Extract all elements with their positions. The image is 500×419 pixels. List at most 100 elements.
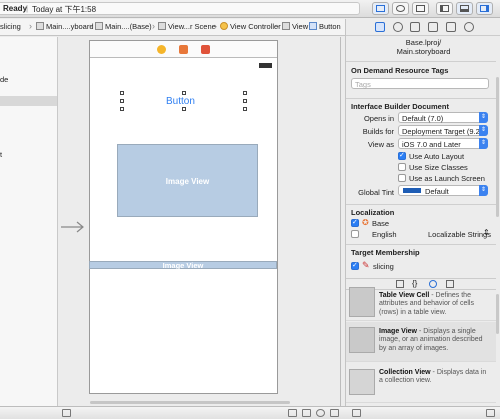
resize-handle[interactable] (243, 107, 247, 111)
connections-inspector-icon[interactable] (464, 22, 474, 32)
image-view-icon (349, 327, 375, 353)
crumb-button[interactable]: Button (309, 22, 341, 31)
target-slicing-label: slicing (373, 262, 394, 271)
crumb-separator-icon: › (214, 21, 217, 31)
opens-in-select[interactable]: Default (7.0) ⇕ (398, 112, 488, 123)
utilities-toggle-button[interactable] (476, 2, 493, 15)
resize-handle[interactable] (120, 91, 124, 95)
object-library-icon[interactable] (429, 280, 437, 288)
canvas-horizontal-scrollbar[interactable] (90, 401, 290, 404)
table-view-cell-icon (349, 287, 375, 317)
debug-area-toggle-button[interactable] (456, 2, 473, 15)
status-time: Today at 下午1:58 (32, 5, 97, 14)
library-item-collection-view[interactable]: Collection View - Displays data in a col… (346, 363, 496, 403)
crumb-storyboard-label: Main....yboard (46, 22, 94, 31)
use-size-classes-checkbox[interactable] (398, 163, 406, 171)
outline-row[interactable]: de (0, 75, 8, 84)
quick-help-icon[interactable] (393, 22, 403, 32)
outline-row[interactable]: t (0, 150, 2, 159)
localization-english-checkbox[interactable] (351, 230, 359, 238)
lock-icon: ✪ (362, 218, 369, 227)
file-inspector-icon[interactable] (375, 22, 385, 32)
crumb-base[interactable]: Main....(Base) (95, 22, 152, 31)
global-tint-select[interactable]: Default ⇕ (398, 185, 488, 196)
resize-handle[interactable] (120, 107, 124, 111)
target-membership-section-title: Target Membership (351, 248, 420, 257)
grid-toggle-icon[interactable] (486, 409, 495, 417)
popup-arrows-icon: ⇕ (479, 125, 488, 136)
opens-in-label: Opens in (363, 114, 394, 123)
pin-icon[interactable] (316, 409, 325, 417)
builds-for-select[interactable]: Deployment Target (9.2) ⇕ (398, 125, 488, 136)
divider (346, 244, 496, 245)
view-controller-dock-icon[interactable] (157, 45, 166, 54)
storyboard-file-icon (36, 22, 44, 30)
resolve-issues-icon[interactable] (330, 409, 339, 417)
library-item-title: Collection View (379, 369, 431, 376)
storyboard-canvas[interactable]: Button Image View Image View (59, 37, 341, 406)
file-template-library-icon[interactable] (396, 280, 404, 288)
library-scrollbar[interactable] (496, 294, 499, 334)
tags-field[interactable]: Tags (351, 78, 489, 89)
outline-selected-row[interactable] (0, 96, 57, 106)
view-controller-scene[interactable]: Button Image View Image View (89, 40, 278, 394)
version-editor-button[interactable] (412, 2, 429, 15)
utilities-panel: Base.lproj/ Main.storyboard On Demand Re… (345, 19, 500, 406)
standard-editor-button[interactable] (372, 2, 389, 15)
battery-icon (259, 63, 272, 68)
view-as-select[interactable]: iOS 7.0 and Later ⇕ (398, 138, 488, 149)
toolbar: Ready | Today at 下午1:58 (0, 0, 500, 18)
media-library-icon[interactable] (446, 280, 454, 288)
localization-english-label: English (372, 230, 397, 239)
status-ready: Ready (3, 4, 28, 13)
image-view-element[interactable]: Image View (117, 144, 258, 217)
first-responder-icon[interactable] (179, 45, 188, 54)
crumb-view-controller[interactable]: View Controller (220, 22, 281, 31)
button-element[interactable]: Button (166, 96, 195, 107)
stack-icon[interactable] (302, 409, 311, 417)
show-outline-icon[interactable] (62, 409, 71, 417)
localization-base-label: Base (372, 219, 390, 228)
crumb-separator-icon: › (152, 21, 155, 31)
divider (346, 61, 496, 62)
use-auto-layout-label: Use Auto Layout (409, 152, 465, 161)
localization-base-checkbox[interactable] (351, 218, 359, 227)
size-inspector-icon[interactable] (446, 22, 456, 32)
code-snippet-library-icon[interactable]: {} (412, 279, 417, 288)
exit-icon[interactable] (201, 45, 210, 54)
crumb-scene-label: View...r Scene (168, 22, 216, 31)
library-item-text: Image View - Displays a single image, or… (379, 328, 491, 353)
size-class-icon[interactable] (288, 409, 297, 417)
resize-handle[interactable] (243, 91, 247, 95)
on-demand-section-title: On Demand Resource Tags (351, 66, 449, 75)
target-slicing-checkbox[interactable] (351, 261, 359, 270)
use-launch-screen-checkbox[interactable] (398, 174, 406, 182)
assistant-editor-button[interactable] (392, 2, 409, 15)
resize-handle[interactable] (182, 107, 186, 111)
view-as-value: iOS 7.0 and Later (402, 140, 461, 149)
library-item-table-view-cell[interactable]: Table View Cell - Defines the attributes… (346, 287, 496, 321)
attributes-inspector-icon[interactable] (428, 22, 438, 32)
navigator-toggle-button[interactable] (436, 2, 453, 15)
crumb-storyboard[interactable]: Main....yboard (36, 22, 94, 31)
crumb-scene[interactable]: View...r Scene (158, 22, 216, 31)
resize-handle[interactable] (120, 99, 124, 103)
crumb-separator-icon: › (89, 21, 92, 31)
use-auto-layout-checkbox[interactable] (398, 151, 406, 160)
collection-view-icon (349, 369, 375, 395)
opens-in-value: Default (7.0) (402, 114, 444, 123)
library-item-image-view[interactable]: Image View - Displays a single image, or… (346, 322, 496, 362)
crumb-slicing[interactable]: slicing (0, 22, 21, 31)
image-view-element-2[interactable]: Image View (89, 261, 277, 270)
localization-english-type[interactable]: Localizable Strings (428, 230, 491, 239)
app-target-icon: ✎ (362, 260, 370, 270)
filter-icon[interactable] (352, 409, 361, 417)
identity-inspector-icon[interactable] (410, 22, 420, 32)
builds-for-label: Builds for (362, 127, 394, 136)
divider (346, 204, 496, 205)
global-tint-label: Global Tint (358, 188, 394, 197)
inspector-scrollbar[interactable] (496, 77, 499, 217)
resize-handle[interactable] (182, 91, 186, 95)
inspector-tabs (346, 19, 500, 36)
resize-handle[interactable] (243, 99, 247, 103)
